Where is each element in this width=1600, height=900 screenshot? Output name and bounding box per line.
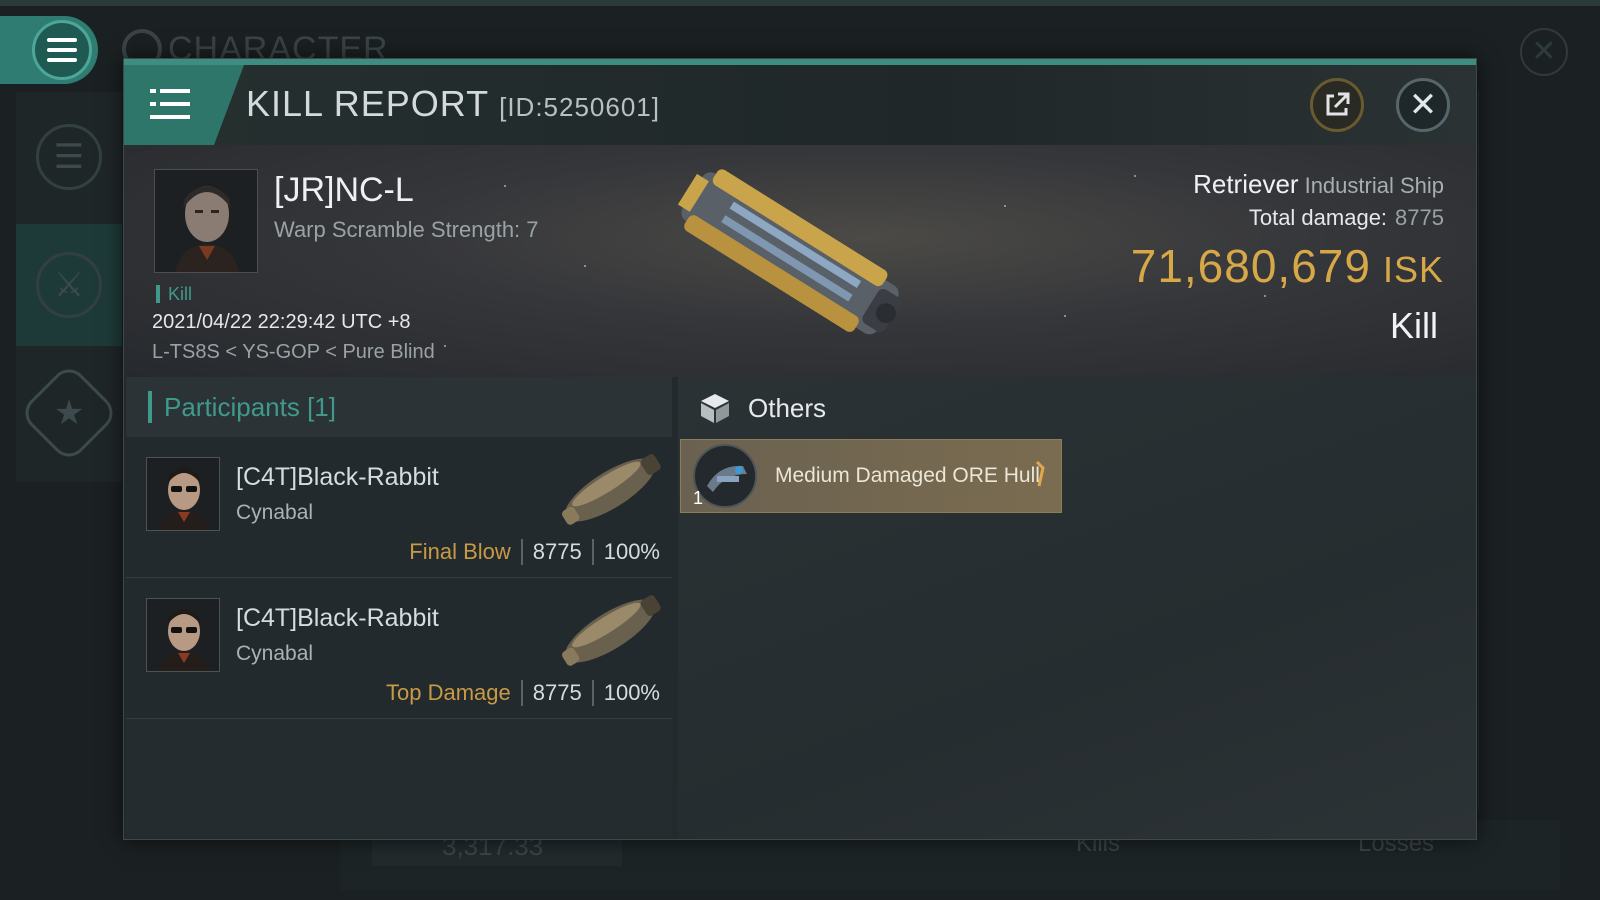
ship-name[interactable]: Retriever <box>1193 169 1298 199</box>
warp-scramble-strength: Warp Scramble Strength: 7 <box>274 217 539 242</box>
total-damage-value: 8775 <box>1395 205 1444 230</box>
ship-info: Retriever Industrial Ship <box>1193 169 1444 200</box>
participant-ship: Cynabal <box>236 501 314 524</box>
victim-banner: [JR]NC-L Warp Scramble Strength: 7 Kill … <box>124 145 1476 377</box>
stats-divider <box>591 680 594 706</box>
item-quantity: 1 <box>693 488 704 508</box>
participant-ship-image[interactable] <box>550 443 670 537</box>
sidebar-item-favorites[interactable]: ★ <box>16 352 122 474</box>
victim-name[interactable]: [JR]NC-L <box>274 171 414 210</box>
victim-ship-image[interactable] <box>654 155 924 355</box>
background-right-panel <box>1478 90 1588 810</box>
crossed-swords-icon: ⚔ <box>36 252 102 318</box>
participant-damage: 8775 <box>532 539 582 564</box>
isk-unit: ISK <box>1382 249 1444 290</box>
participant-row[interactable]: [C4T]Black-Rabbit Cynabal Top Damage 877… <box>126 578 672 719</box>
cube-icon <box>701 394 729 423</box>
background-close-button[interactable]: ✕ <box>1520 28 1568 76</box>
participant-ship: Cynabal <box>236 642 314 665</box>
participant-row[interactable]: [C4T]Black-Rabbit Cynabal Final Blow 877… <box>126 437 672 578</box>
kill-report-id: [ID:5250601] <box>499 92 660 122</box>
sidebar-item-menu[interactable]: ☰ <box>16 96 122 218</box>
participant-stats: Top Damage 8775 100% <box>386 680 660 706</box>
share-icon <box>1326 92 1350 116</box>
participant-percent: 100% <box>603 539 660 564</box>
kill-location: L-TS8S < YS-GOP < Pure Blind <box>152 341 435 363</box>
flag-icon <box>1035 460 1045 487</box>
close-button[interactable]: ✕ <box>1396 78 1450 132</box>
participants-header[interactable]: Participants [1] <box>126 377 672 437</box>
share-button[interactable] <box>1310 78 1364 132</box>
stats-divider <box>591 539 594 565</box>
ship-class: Industrial Ship <box>1304 173 1444 198</box>
close-icon: ✕ <box>1408 86 1438 124</box>
avatar-image <box>147 458 219 530</box>
dropped-item[interactable]: 1 Medium Damaged ORE Hull <box>680 439 1062 513</box>
background-top-strip <box>0 0 1600 6</box>
isk-amount: 71,680,679 <box>1130 240 1371 292</box>
participant-name[interactable]: [C4T]Black-Rabbit <box>236 463 439 492</box>
kill-report-title: KILL REPORT <box>246 83 490 124</box>
list-icon: ☰ <box>36 124 102 190</box>
participants-panel: Participants [1] [C4T]Black-Rabbit Cynab… <box>126 377 672 839</box>
kill-tag: Kill <box>156 285 192 303</box>
stats-divider <box>520 539 523 565</box>
participant-stats: Final Blow 8775 100% <box>409 539 660 565</box>
participant-role: Top Damage <box>386 680 511 705</box>
participant-avatar[interactable] <box>146 598 220 672</box>
participant-ship-image[interactable] <box>550 584 670 678</box>
page-title: KILL REPORT [ID:5250601] <box>246 83 660 125</box>
others-title: Others <box>748 392 827 423</box>
window-menu-button[interactable] <box>124 65 244 145</box>
sidebar-item-combat[interactable]: ⚔ <box>16 224 122 346</box>
participant-percent: 100% <box>603 680 660 705</box>
victim-portrait[interactable] <box>154 169 258 273</box>
participant-role: Final Blow <box>409 539 511 564</box>
kill-report-window: KILL REPORT [ID:5250601] ✕ [JR]NC-L Warp… <box>123 58 1477 840</box>
total-damage-label: Total damage: <box>1248 205 1388 230</box>
others-panel: Others 1 Medium Damaged ORE Hull <box>678 377 1476 839</box>
main-menu-button[interactable] <box>0 16 98 84</box>
kill-datetime: 2021/04/22 22:29:42 UTC +8 <box>152 311 411 333</box>
kill-result: Kill <box>1389 305 1438 346</box>
participants-title: Participants [1] <box>164 391 336 422</box>
kill-report-header: KILL REPORT [ID:5250601] ✕ <box>124 65 1476 145</box>
header-accent-bar <box>148 391 152 423</box>
list-icon <box>150 87 190 123</box>
star-icon: ★ <box>18 362 120 464</box>
portrait-image <box>155 170 257 272</box>
participant-avatar[interactable] <box>146 457 220 531</box>
menu-icon <box>32 20 92 80</box>
total-damage: Total damage: 8775 <box>1249 205 1444 231</box>
avatar-image <box>147 599 219 671</box>
item-name: Medium Damaged ORE Hull <box>775 464 1040 487</box>
isk-value: 71,680,679 ISK <box>1131 239 1444 293</box>
others-header: Others <box>698 391 826 425</box>
participant-damage: 8775 <box>532 680 582 705</box>
stats-divider <box>520 680 523 706</box>
participant-name[interactable]: [C4T]Black-Rabbit <box>236 604 439 633</box>
